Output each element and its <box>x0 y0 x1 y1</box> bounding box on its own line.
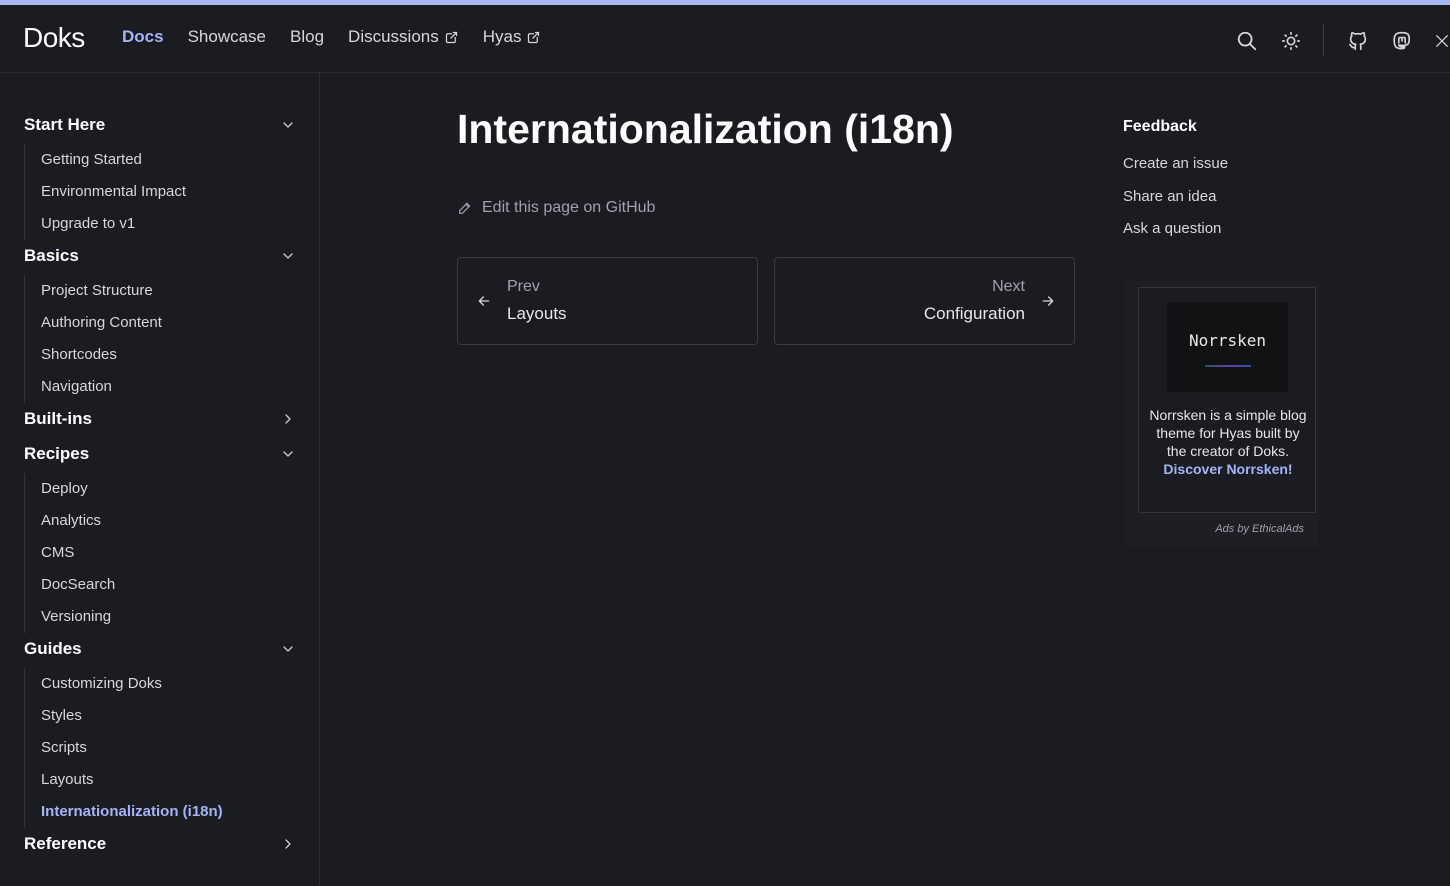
share-idea-link[interactable]: Share an idea <box>1123 188 1216 205</box>
ad-card[interactable]: Norrsken Norrsken is a simple blog theme… <box>1138 287 1316 513</box>
arrow-left-icon <box>478 296 490 306</box>
sidebar-section-built-ins[interactable]: Built-ins <box>24 409 296 429</box>
sidebar-item-docsearch[interactable]: DocSearch <box>25 569 115 601</box>
nav-docs-label: Docs <box>122 27 164 46</box>
chevron-right-icon <box>285 414 291 424</box>
chevron-down-icon <box>283 646 293 652</box>
section-title: Built-ins <box>24 409 92 428</box>
sidebar-section-start-here[interactable]: Start Here <box>24 115 296 135</box>
chevron-right-icon <box>285 839 291 849</box>
sidebar-item-shortcodes[interactable]: Shortcodes <box>25 339 162 371</box>
sidebar-item-deploy[interactable]: Deploy <box>25 473 115 505</box>
sidebar-item-i18n[interactable]: Internationalization (i18n) <box>25 796 223 828</box>
mastodon-icon[interactable] <box>1390 29 1414 53</box>
ad-image-text: Norrsken <box>1188 331 1267 350</box>
nav-hyas[interactable]: Hyas <box>483 27 542 47</box>
sidebar-sublist: Project Structure Authoring Content Shor… <box>24 275 162 403</box>
ad-image-glow-line <box>1205 365 1251 367</box>
sidebar-item-navigation[interactable]: Navigation <box>25 371 162 403</box>
page-title: Internationalization (i18n) <box>457 106 954 152</box>
search-icon[interactable] <box>1235 29 1259 53</box>
site-logo[interactable]: Doks <box>23 22 85 54</box>
ask-question-link[interactable]: Ask a question <box>1123 220 1221 237</box>
sidebar-item-environmental-impact[interactable]: Environmental Impact <box>25 176 186 208</box>
sidebar-item-upgrade[interactable]: Upgrade to v1 <box>25 208 186 240</box>
ads-by-label[interactable]: Ads by EthicalAds <box>1215 523 1304 535</box>
feedback-title: Feedback <box>1123 118 1197 135</box>
edit-page-link[interactable]: Edit this page on GitHub <box>457 199 655 217</box>
create-issue-link[interactable]: Create an issue <box>1123 155 1228 172</box>
prev-title: Layouts <box>507 304 567 323</box>
sidebar-item-analytics[interactable]: Analytics <box>25 505 115 537</box>
external-link-icon <box>528 31 540 43</box>
sidebar-section-recipes[interactable]: Recipes <box>24 444 296 464</box>
sidebar-item-getting-started[interactable]: Getting Started <box>25 144 186 176</box>
arrow-right-icon <box>1042 296 1054 306</box>
sidebar-item-cms[interactable]: CMS <box>25 537 115 569</box>
sidebar-sublist: Customizing Doks Styles Scripts Layouts … <box>24 668 223 828</box>
sidebar-item-authoring-content[interactable]: Authoring Content <box>25 307 162 339</box>
sidebar-item-styles[interactable]: Styles <box>25 700 223 732</box>
sidebar-sublist: Getting Started Environmental Impact Upg… <box>24 144 186 240</box>
sidebar-section-guides[interactable]: Guides <box>24 639 296 659</box>
section-title: Recipes <box>24 444 90 463</box>
sidebar-section-reference[interactable]: Reference <box>24 834 296 854</box>
chevron-down-icon <box>283 451 293 457</box>
ad-cta-link[interactable]: Discover Norrsken! <box>1163 461 1292 477</box>
docs-sidebar: Start Here Getting Started Environmental… <box>0 73 320 886</box>
sidebar-section-basics[interactable]: Basics <box>24 246 296 266</box>
section-title: Start Here <box>24 115 106 134</box>
ad-image: Norrsken <box>1167 302 1288 392</box>
section-title: Reference <box>24 834 107 853</box>
section-title: Basics <box>24 246 79 265</box>
nav-docs[interactable]: Docs <box>122 27 164 47</box>
x-icon[interactable] <box>1434 29 1450 53</box>
header-actions <box>1235 25 1450 57</box>
nav-discussions[interactable]: Discussions <box>348 27 459 47</box>
next-title: Configuration <box>923 304 1025 323</box>
nav-blog-label: Blog <box>290 27 325 46</box>
header-divider <box>1323 25 1324 57</box>
sidebar-sublist: Deploy Analytics CMS DocSearch Versionin… <box>24 473 115 633</box>
ad-text: Norrsken is a simple blog theme for Hyas… <box>1149 406 1307 478</box>
nav-hyas-label: Hyas <box>482 27 522 46</box>
external-link-icon <box>445 31 457 43</box>
chevron-down-icon <box>283 253 293 259</box>
ethical-ad: Norrsken Norrsken is a simple blog theme… <box>1126 281 1318 547</box>
sidebar-item-versioning[interactable]: Versioning <box>25 601 115 633</box>
edit-page-label: Edit this page on GitHub <box>482 199 656 216</box>
pencil-icon <box>459 202 471 214</box>
sidebar-item-scripts[interactable]: Scripts <box>25 732 223 764</box>
section-title: Guides <box>24 639 82 658</box>
main-nav: Docs Showcase Blog Discussions Hyas <box>122 27 565 47</box>
ad-body: Norrsken is a simple blog theme for Hyas… <box>1149 407 1307 459</box>
sidebar-item-layouts[interactable]: Layouts <box>25 764 223 796</box>
prev-label: Prev <box>507 278 540 295</box>
nav-showcase[interactable]: Showcase <box>188 27 266 47</box>
next-label: Next <box>992 278 1025 295</box>
nav-blog[interactable]: Blog <box>290 27 324 47</box>
sidebar-item-project-structure[interactable]: Project Structure <box>25 275 162 307</box>
nav-discussions-label: Discussions <box>348 27 439 46</box>
site-header: Doks Docs Showcase Blog Discussions Hyas <box>0 5 1450 73</box>
next-page-button[interactable]: Next Configuration <box>774 257 1075 345</box>
sun-icon[interactable] <box>1279 29 1303 53</box>
github-icon[interactable] <box>1346 29 1370 53</box>
chevron-down-icon <box>283 122 293 128</box>
nav-showcase-label: Showcase <box>187 27 267 46</box>
sidebar-item-customizing-doks[interactable]: Customizing Doks <box>25 668 223 700</box>
prev-page-button[interactable]: Prev Layouts <box>457 257 758 345</box>
